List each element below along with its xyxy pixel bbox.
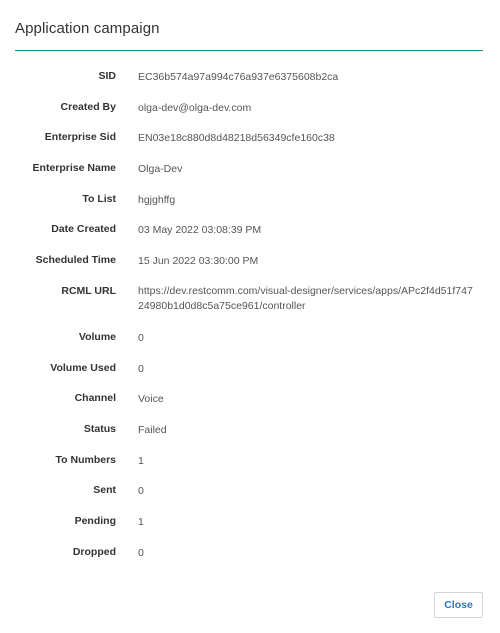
- detail-value: 0: [138, 485, 144, 498]
- detail-label: Scheduled Time: [35, 254, 116, 267]
- detail-row-pending: Pending 1: [0, 507, 500, 538]
- detail-value: 15 Jun 2022 03:30:00 PM: [138, 255, 259, 268]
- detail-value: EN03e18c880d8d48218d56349cfe160c38: [138, 132, 335, 145]
- detail-row-sid: SID EC36b574a97a994c76a937e6375608b2ca: [0, 62, 500, 93]
- detail-value: 0: [138, 546, 144, 559]
- detail-row-created-by: Created By olga-dev@olga-dev.com: [0, 93, 500, 124]
- detail-row-enterprise-name: Enterprise Name Olga-Dev: [0, 154, 500, 185]
- detail-label: Enterprise Name: [32, 162, 116, 175]
- title-divider: [15, 50, 483, 51]
- detail-value-url: https://dev.restcomm.com/visual-designer…: [138, 284, 473, 312]
- detail-row-volume-used: Volume Used 0: [0, 354, 500, 385]
- close-button[interactable]: Close: [434, 592, 483, 618]
- detail-label: To List: [82, 192, 116, 205]
- detail-value: EC36b574a97a994c76a937e6375608b2ca: [138, 71, 339, 83]
- detail-row-enterprise-sid: Enterprise Sid EN03e18c880d8d48218d56349…: [0, 123, 500, 154]
- detail-value: 0: [138, 332, 144, 344]
- detail-value: hgjghffg: [138, 193, 176, 206]
- detail-label: SID: [98, 70, 116, 82]
- detail-value: 0: [138, 362, 144, 375]
- detail-row-to-numbers: To Numbers 1: [0, 446, 500, 477]
- detail-row-scheduled-time: Scheduled Time 15 Jun 2022 03:30:00 PM: [0, 246, 500, 277]
- detail-row-sent: Sent 0: [0, 476, 500, 507]
- detail-row-dropped: Dropped 0: [0, 538, 500, 569]
- detail-label: Volume Used: [50, 361, 116, 374]
- campaign-dialog: Application campaign SID EC36b574a97a994…: [0, 0, 500, 633]
- detail-value: Voice: [138, 393, 164, 406]
- detail-value: 1: [138, 516, 144, 529]
- detail-label: RCML URL: [61, 284, 116, 297]
- detail-label: Enterprise Sid: [44, 131, 116, 144]
- detail-label: Pending: [74, 515, 116, 528]
- detail-row-rcml-url: RCML URL https://dev.restcomm.com/visual…: [0, 277, 500, 323]
- detail-label: Date Created: [51, 223, 116, 236]
- detail-row-status: Status Failed: [0, 415, 500, 446]
- detail-label: Channel: [74, 392, 116, 405]
- detail-label: Sent: [93, 484, 116, 497]
- detail-row-volume: Volume 0: [0, 323, 500, 354]
- detail-label: Created By: [60, 100, 116, 113]
- detail-label: To Numbers: [55, 453, 116, 466]
- details-list: SID EC36b574a97a994c76a937e6375608b2ca C…: [0, 62, 500, 569]
- detail-value: Failed: [138, 424, 167, 437]
- detail-value: olga-dev@olga-dev.com: [138, 101, 252, 114]
- detail-value: 03 May 2022 03:08:39 PM: [138, 224, 262, 237]
- detail-row-date-created: Date Created 03 May 2022 03:08:39 PM: [0, 215, 500, 246]
- detail-value: 1: [138, 454, 144, 467]
- detail-label: Status: [83, 423, 116, 436]
- detail-label: Dropped: [72, 545, 116, 558]
- dialog-title: Application campaign: [15, 20, 160, 37]
- detail-value: Olga-Dev: [138, 163, 183, 176]
- detail-label: Volume: [78, 331, 116, 343]
- detail-row-channel: Channel Voice: [0, 384, 500, 415]
- detail-row-to-list: To List hgjghffg: [0, 185, 500, 216]
